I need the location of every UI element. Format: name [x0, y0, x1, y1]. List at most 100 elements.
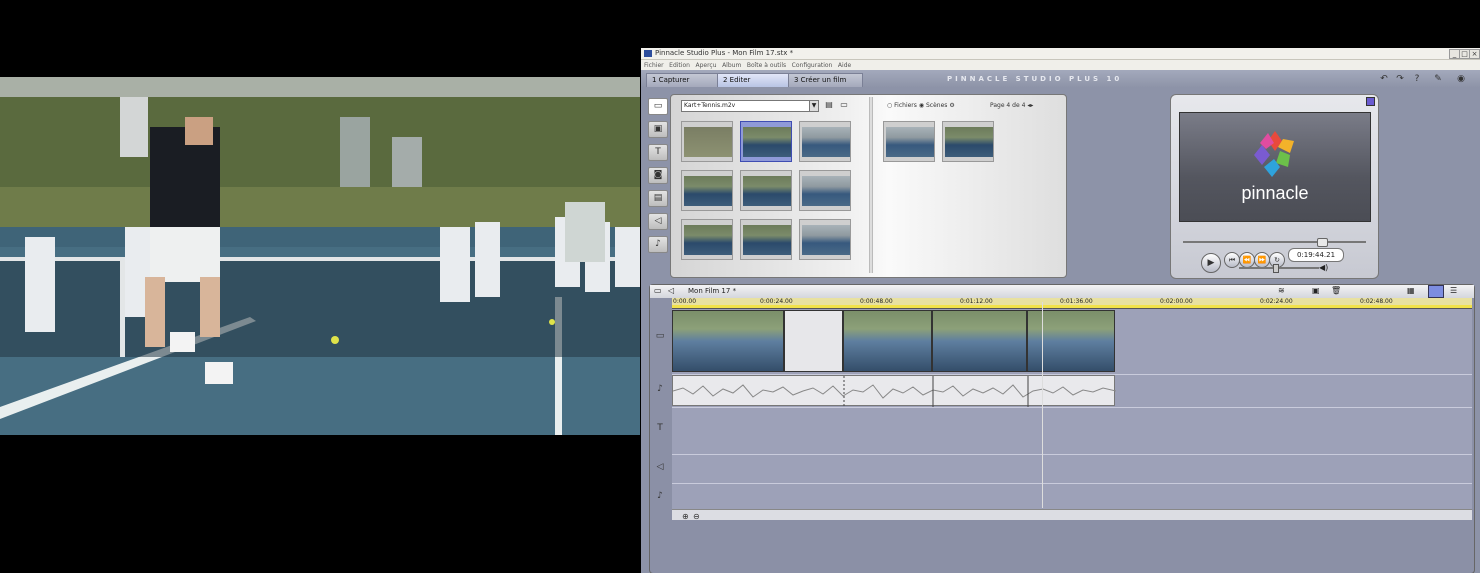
- folder-up-icon[interactable]: ▤: [824, 100, 834, 109]
- radio-fichiers-label: Fichiers: [894, 102, 917, 109]
- radio-scenes[interactable]: ◉: [919, 102, 926, 109]
- menu-aide[interactable]: Aide: [838, 62, 851, 69]
- timeline-tracks[interactable]: [672, 302, 1472, 509]
- rewind-button[interactable]: ⏪: [1239, 252, 1255, 268]
- mode-bar: 1 Capturer 2 Editer 3 Créer un film PINN…: [641, 70, 1480, 87]
- audio-waveform-clip[interactable]: [672, 375, 1117, 407]
- timeline-title: Mon Film 17 *: [688, 287, 737, 295]
- timeline-ruler[interactable]: 0:00.00 0:00:24.00 0:00:48.00 0:01:12.00…: [672, 298, 1472, 309]
- music-track-icon[interactable]: ♪: [650, 491, 670, 501]
- speaker-icon[interactable]: ◀): [1319, 263, 1328, 272]
- ruler-tick: 0:02:00.00: [1160, 298, 1193, 305]
- pinnacle-logo-icon: [1254, 131, 1294, 177]
- menu-bar: Fichier Edition Aperçu Album Boîte à out…: [641, 60, 1480, 70]
- text-view-icon[interactable]: ☰: [1450, 286, 1457, 295]
- fullscreen-icon[interactable]: [1366, 97, 1375, 106]
- ruler-tick: 0:00:24.00: [760, 298, 793, 305]
- scene-detect-icon[interactable]: ⚙: [949, 102, 954, 109]
- sound-track-icon[interactable]: ◁: [650, 462, 670, 472]
- scene-thumbnail[interactable]: [799, 121, 851, 162]
- scene-thumbnail[interactable]: [883, 121, 935, 162]
- menu-icon[interactable]: ▤: [648, 190, 668, 207]
- album-side-tabs: ▭ ▣ T ◙ ▤ ◁ ♪: [648, 98, 672, 259]
- video-clip[interactable]: [932, 310, 1027, 372]
- undo-icon[interactable]: ↶: [1379, 74, 1389, 84]
- timeline-header: ▭ ◁ Mon Film 17 * ≋ ▣ 🗑 ▦ ☰: [650, 285, 1474, 298]
- scene-thumbnail[interactable]: [942, 121, 994, 162]
- volume-handle[interactable]: [1273, 264, 1279, 273]
- zoom-in-icon[interactable]: ⊕: [682, 512, 689, 521]
- go-to-start-button[interactable]: ⏮: [1224, 252, 1240, 268]
- close-button[interactable]: ×: [1469, 49, 1480, 59]
- scene-thumbnail[interactable]: [799, 219, 851, 260]
- zoom-out-icon[interactable]: ⊖: [693, 512, 700, 521]
- pinnacle-logo-text: pinnacle: [1241, 183, 1309, 203]
- title-track-icon[interactable]: T: [650, 423, 670, 433]
- playhead[interactable]: [1042, 302, 1043, 508]
- disc-icon[interactable]: ◉: [1456, 74, 1466, 84]
- scene-thumbnail[interactable]: [681, 219, 733, 260]
- tennis-scene-image: [0, 77, 640, 435]
- scene-thumbnail[interactable]: [799, 170, 851, 211]
- page-info: Page 4 de 4 ◂▸: [990, 102, 1033, 109]
- scene-thumbnail-selected[interactable]: [740, 121, 792, 162]
- menu-apercu[interactable]: Aperçu: [695, 62, 716, 69]
- video-clip[interactable]: [784, 310, 843, 372]
- redo-icon[interactable]: ↷: [1395, 74, 1405, 84]
- file-select[interactable]: Kart+Tennis.m2v ▼: [681, 100, 819, 112]
- play-button[interactable]: ▶: [1201, 253, 1221, 273]
- volume-slider[interactable]: [1239, 267, 1319, 269]
- storyboard-view-icon[interactable]: ▦: [1407, 286, 1415, 295]
- menu-fichier[interactable]: Fichier: [644, 62, 664, 69]
- track-divider: [672, 483, 1472, 484]
- scene-thumbnail[interactable]: [681, 170, 733, 211]
- menu-boite-a-outils[interactable]: Boîte à outils: [747, 62, 786, 69]
- page-nav-icon[interactable]: ◂▸: [1027, 102, 1033, 109]
- photo-icon[interactable]: ◙: [648, 167, 668, 184]
- ruler-tick: 0:01:36.00: [1060, 298, 1093, 305]
- scene-thumbnail[interactable]: [740, 219, 792, 260]
- audio-track-icon[interactable]: ♪: [650, 384, 670, 394]
- tab-capturer[interactable]: 1 Capturer: [646, 73, 721, 87]
- help-icon[interactable]: ?: [1412, 74, 1422, 84]
- scene-thumbnail[interactable]: [681, 121, 733, 162]
- timeline-scrollbar[interactable]: [672, 509, 1472, 520]
- video-track-icon[interactable]: ▭: [650, 331, 670, 341]
- player-screen: pinnacle: [1179, 112, 1371, 222]
- ruler-tick: 0:02:48.00: [1360, 298, 1393, 305]
- antenna-icon[interactable]: ≋: [1278, 286, 1285, 295]
- scrub-handle[interactable]: [1317, 238, 1328, 247]
- video-icon[interactable]: ▭: [648, 98, 668, 115]
- audio-mute-icon[interactable]: ◁: [668, 286, 674, 295]
- info-icon[interactable]: ✎: [1433, 74, 1443, 84]
- pinnacle-studio-window: Pinnacle Studio Plus - Mon Film 17.stx *…: [641, 48, 1480, 573]
- chevron-down-icon[interactable]: ▼: [809, 101, 818, 111]
- video-clip[interactable]: [1027, 310, 1115, 372]
- title-bar: Pinnacle Studio Plus - Mon Film 17.stx *…: [641, 48, 1480, 60]
- trash-icon[interactable]: 🗑: [1331, 286, 1341, 295]
- tab-creer-un-film[interactable]: 3 Créer un film: [788, 73, 863, 87]
- ruler-tick: 0:00:48.00: [860, 298, 893, 305]
- video-frame: [0, 77, 640, 435]
- scrub-bar[interactable]: [1183, 241, 1366, 243]
- title-icon[interactable]: T: [648, 144, 668, 161]
- track-divider: [672, 407, 1472, 408]
- split-icon[interactable]: ▣: [1312, 286, 1320, 295]
- player-panel: pinnacle ▶ ⏮ ⏪ ⏩ ↻ 0:19:44.21 ◀): [1170, 94, 1379, 279]
- menu-edition[interactable]: Edition: [669, 62, 690, 69]
- music-icon[interactable]: ♪: [648, 236, 668, 253]
- transition-icon[interactable]: ▣: [648, 121, 668, 138]
- video-clip[interactable]: [843, 310, 932, 372]
- tab-editer[interactable]: 2 Editer: [717, 73, 792, 87]
- scene-thumbnail[interactable]: [740, 170, 792, 211]
- timeline-panel: ▭ ◁ Mon Film 17 * ≋ ▣ 🗑 ▦ ☰ 0:00.00 0:00…: [649, 284, 1475, 573]
- timecode-display[interactable]: 0:19:44.21: [1288, 248, 1344, 262]
- fast-forward-button[interactable]: ⏩: [1254, 252, 1270, 268]
- video-clip[interactable]: [672, 310, 784, 372]
- timeline-view-icon[interactable]: [1428, 285, 1444, 298]
- storyboard-icon[interactable]: ▭: [654, 286, 662, 295]
- menu-configuration[interactable]: Configuration: [792, 62, 833, 69]
- sound-icon[interactable]: ◁: [648, 213, 668, 230]
- folder-icon[interactable]: ▭: [839, 100, 849, 109]
- menu-album[interactable]: Album: [722, 62, 741, 69]
